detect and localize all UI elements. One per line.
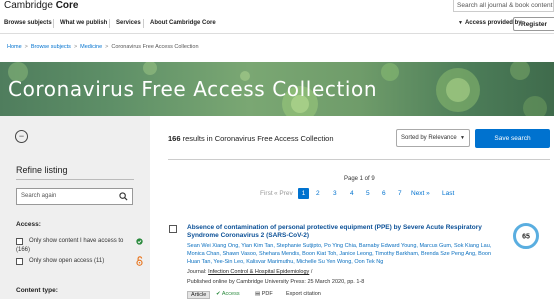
only-my-access-label[interactable]: Only show content I have access to [29, 238, 123, 244]
collapse-sidebar-button[interactable]: − [15, 130, 28, 143]
open-access-lock-icon [136, 256, 143, 266]
pager-page-6[interactable]: 6 [382, 190, 386, 197]
only-my-access-checkbox[interactable] [16, 238, 23, 245]
pdf-icon: ▤ [255, 291, 262, 297]
altmetric-badge[interactable]: 65 [513, 223, 539, 249]
article-type-badge: Article [187, 291, 211, 299]
result-authors[interactable]: Sean Wei Xiang Ong, Yian Kim Tan, Stepha… [187, 242, 497, 266]
result-published-info: Published online by Cambridge University… [187, 279, 365, 285]
result-select-checkbox[interactable] [169, 225, 177, 233]
pager-page-1[interactable]: 1 [298, 188, 309, 199]
access-badge-label: Access [221, 291, 240, 297]
breadcrumb-separator: > [24, 44, 28, 50]
pager-first[interactable]: First [260, 190, 273, 197]
refine-sidebar: − Refine listing Search again Access: On… [0, 116, 150, 299]
breadcrumb-separator: > [73, 44, 78, 50]
breadcrumb-home[interactable]: Home [7, 44, 22, 50]
result-title-link[interactable]: Absence of contamination of personal pro… [187, 224, 487, 240]
sort-select[interactable]: Sorted by Relevance ▼ [396, 129, 470, 147]
only-my-access-count: (166) [16, 247, 31, 253]
pager-next[interactable]: Next » [411, 190, 430, 197]
page-indicator: Page 1 of 9 [344, 176, 375, 182]
breadcrumb-separator: > [105, 44, 109, 50]
breadcrumb-medicine[interactable]: Medicine [80, 44, 102, 50]
only-open-access-checkbox[interactable] [16, 258, 23, 265]
nav-divider [143, 19, 144, 28]
pdf-label: PDF [261, 291, 273, 297]
site-search-input[interactable]: Search all journal & book content [453, 0, 554, 12]
logo-bold-text: Core [55, 0, 79, 11]
banner-title: Coronavirus Free Access Collection [8, 77, 378, 101]
nav-browse-subjects[interactable]: Browse subjects [4, 20, 52, 26]
pager-prev[interactable]: « Prev [274, 190, 293, 197]
breadcrumb-current: Coronavirus Free Access Collection [111, 44, 199, 50]
pager-page-7[interactable]: 7 [398, 190, 402, 197]
breadcrumb: Home > Browse subjects > Medicine > Coronaviru… [7, 44, 199, 50]
pager-page-2[interactable]: 2 [316, 190, 320, 197]
results-count-number: 166 [168, 134, 181, 143]
nav-about-cambridge-core[interactable]: About Cambridge Core [150, 20, 216, 26]
main-nav: Browse subjects What we publish Services… [0, 14, 554, 34]
breadcrumb-browse-subjects[interactable]: Browse subjects [31, 44, 71, 50]
journal-suffix: / [309, 269, 313, 275]
altmetric-score: 65 [522, 234, 530, 241]
pager-last[interactable]: Last [442, 190, 454, 197]
nav-divider [109, 19, 110, 28]
export-citation-link[interactable]: Export citation [286, 291, 321, 297]
logo-text: Cambridge [4, 0, 56, 11]
content-type-heading: Content type: [16, 287, 58, 294]
only-open-access-label[interactable]: Only show open access (11) [29, 258, 104, 264]
top-bar: Cambridge Core Search all journal & book… [0, 0, 554, 14]
nav-divider [53, 19, 54, 28]
sidebar-search-placeholder: Search again [21, 193, 57, 199]
access-badge: ✔ Access [216, 291, 240, 297]
nav-services[interactable]: Services [116, 20, 141, 26]
chevron-down-icon: ▼ [458, 20, 463, 26]
cambridge-core-logo[interactable]: Cambridge Core [4, 0, 79, 11]
pager-page-4[interactable]: 4 [350, 190, 354, 197]
search-icon[interactable] [119, 192, 128, 201]
collection-banner: Coronavirus Free Access Collection [0, 62, 554, 116]
nav-what-we-publish[interactable]: What we publish [60, 20, 107, 26]
divider [168, 159, 550, 160]
access-filter-heading: Access: [16, 221, 41, 228]
check-circle-icon [136, 238, 143, 245]
results-count: 166 results in Coronavirus Free Access C… [168, 134, 334, 143]
journal-prefix: Journal: [187, 269, 209, 275]
site-search-placeholder: Search all journal & book content [457, 2, 553, 9]
pager-page-5[interactable]: 5 [366, 190, 370, 197]
save-search-button[interactable]: Save search [475, 129, 550, 148]
sort-select-value: Sorted by Relevance [401, 135, 457, 141]
divider [16, 179, 134, 180]
chevron-down-icon: ▼ [460, 135, 465, 141]
result-journal: Journal: Infection Control & Hospital Ep… [187, 269, 312, 275]
pager-page-3[interactable]: 3 [333, 190, 337, 197]
sidebar-search-input[interactable]: Search again [16, 188, 133, 205]
pdf-link[interactable]: ▤ PDF [255, 291, 273, 297]
journal-link[interactable]: Infection Control & Hospital Epidemiolog… [208, 269, 309, 275]
results-count-label: results in Coronavirus Free Access Colle… [180, 134, 334, 143]
register-button[interactable]: Register [513, 17, 554, 31]
refine-listing-heading: Refine listing [16, 165, 68, 175]
